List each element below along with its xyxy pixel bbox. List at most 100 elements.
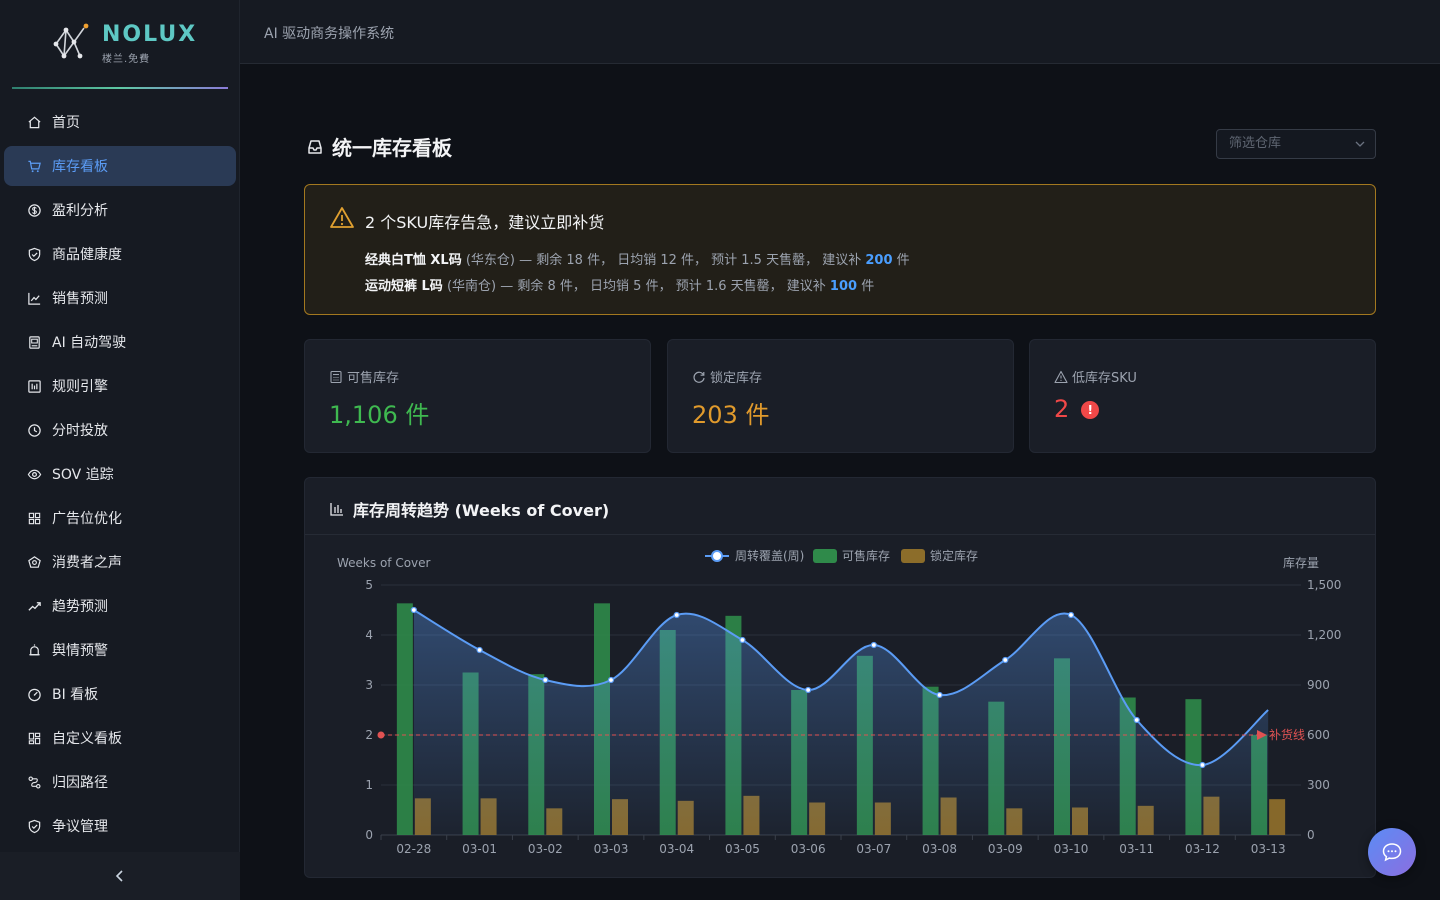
stat-card-available: 可售库存 1,106 件: [304, 339, 651, 453]
line-point: [542, 676, 549, 684]
sidebar-item-label: 争议管理: [52, 819, 108, 835]
sidebar-item[interactable]: AI 自动驾驶: [4, 322, 236, 362]
x-tick-label: 03-08: [922, 842, 957, 856]
x-tick-label: 03-05: [725, 842, 760, 856]
line-point: [805, 686, 812, 694]
stat-value: 2!: [1054, 395, 1100, 423]
markline-start-dot: [377, 731, 385, 739]
y-tick-label: 4: [365, 628, 373, 642]
eye-icon: [26, 466, 42, 482]
brand-logo[interactable]: NOLUX 楼兰.免費: [50, 20, 200, 66]
stat-value: 203 件: [692, 401, 770, 429]
legend-label: 可售库存: [842, 548, 890, 563]
bar-locked: [1269, 799, 1286, 835]
wos-chart-card: 库存周转趋势 (Weeks of Cover) 0 1 2 3 4 5 0 300 600 900…: [304, 477, 1376, 878]
stat-label-text: 可售库存: [347, 371, 400, 386]
sidebar-item[interactable]: 分时投放: [4, 410, 236, 450]
legend-line-marker: [711, 550, 723, 562]
sidebar-item[interactable]: 规则引擎: [4, 366, 236, 406]
line-point: [410, 606, 417, 614]
sidebar-item-label: AI 自动驾驶: [52, 335, 127, 351]
x-tick-label: 03-07: [856, 842, 891, 856]
sidebar-item-label: SOV 追踪: [52, 467, 114, 483]
dashboard-icon: [26, 686, 42, 702]
chat-assistant-button[interactable]: [1368, 828, 1416, 876]
wos-chart: 0 1 2 3 4 5 0 300 600 900 1,200 1,500 Weeks of Cover…: [337, 548, 1341, 856]
y-tick-label: 1: [365, 778, 373, 792]
line-point: [739, 636, 746, 644]
sidebar-item[interactable]: 归因路径: [4, 762, 236, 802]
collapse-sidebar-button[interactable]: [0, 852, 240, 900]
rules-icon: [26, 378, 42, 394]
sidebar-item[interactable]: 库存看板: [4, 146, 236, 186]
x-tick-label: 03-03: [594, 842, 629, 856]
sidebar-nav: 首页库存看板盈利分析商品健康度销售预测 AI 自动驾驶 规则引擎分时投放 SOV 追踪…: [4, 102, 236, 850]
alert-sku: 运动短裤 L码: [365, 279, 443, 294]
sidebar-item[interactable]: 商品健康度: [4, 234, 236, 274]
y2-tick-label: 1,500: [1307, 578, 1341, 592]
sidebar-item-label: 自定义看板: [52, 731, 122, 747]
sidebar-item-label: 首页: [52, 115, 80, 131]
shield-check-icon: [26, 246, 42, 262]
stat-label: 可售库存: [329, 367, 399, 386]
alert-sku: 经典白T恤 XL码: [365, 253, 462, 268]
stat-value-number: 2: [1054, 395, 1070, 423]
sidebar-item-label: 库存看板: [52, 159, 108, 175]
sidebar-item[interactable]: 消费者之声: [4, 542, 236, 582]
alert-row: 经典白T恤 XL码 (华东仓) — 剩余 18 件， 日均销 12 件， 预计 …: [365, 249, 910, 268]
sidebar-item[interactable]: BI 看板: [4, 674, 236, 714]
sidebar-item[interactable]: 趋势预测: [4, 586, 236, 626]
sidebar-item-label: 盈利分析: [52, 203, 108, 219]
sidebar-item[interactable]: 销售预测: [4, 278, 236, 318]
sidebar: NOLUX 楼兰.免費 首页库存看板盈利分析商品健康度销售预测 AI 自动驾驶 规则…: [0, 0, 240, 900]
top-header: AI 驱动商务操作系统: [240, 0, 1440, 64]
sidebar-item-label: 商品健康度: [52, 247, 122, 263]
y-axis-label: Weeks of Cover: [337, 556, 431, 570]
y2-tick-label: 0: [1307, 828, 1315, 842]
page-title: 统一库存看板: [306, 132, 452, 161]
stat-value: 1,106 件: [329, 401, 430, 429]
alert-detail: — 剩余 18 件， 日均销 12 件， 预计 1.5 天售罄， 建议补: [515, 253, 866, 268]
legend-label: 锁定库存: [930, 548, 978, 563]
sidebar-item[interactable]: 自定义看板: [4, 718, 236, 758]
logo-mark-icon: [53, 23, 89, 59]
warehouse-filter-select[interactable]: 筛选仓库: [1216, 129, 1376, 159]
alert-title: 2 个SKU库存告急，建议立即补货: [365, 213, 605, 232]
x-tick-label: 03-12: [1185, 842, 1220, 856]
warning-icon: [1054, 370, 1068, 383]
alert-qty: 100: [829, 279, 858, 294]
stat-label-text: 锁定库存: [710, 371, 763, 386]
chat-bubble-icon: [1382, 843, 1402, 862]
alert-qty: 200: [865, 253, 893, 268]
markline-label: 补货线: [1269, 727, 1305, 742]
sidebar-item-label: 规则引擎: [52, 379, 108, 395]
sidebar-item-label: BI 看板: [52, 687, 99, 703]
chart-title-text: 库存周转趋势 (Weeks of Cover): [353, 501, 610, 520]
line-point: [1002, 656, 1009, 664]
sidebar-item[interactable]: 首页: [4, 102, 236, 142]
x-tick-label: 03-13: [1251, 842, 1286, 856]
sidebar-item[interactable]: SOV 追踪: [4, 454, 236, 494]
line-point: [673, 611, 680, 619]
line-point: [1067, 611, 1075, 619]
x-tick-label: 03-06: [791, 842, 826, 856]
cart-icon: [26, 158, 42, 174]
sidebar-item-label: 广告位优化: [52, 511, 122, 527]
refresh-icon: [693, 371, 705, 383]
x-tick-label: 03-10: [1054, 842, 1089, 856]
sidebar-item[interactable]: 舆情预警: [4, 630, 236, 670]
sidebar-item[interactable]: 争议管理: [4, 806, 236, 846]
y-tick-label: 2: [365, 728, 373, 742]
chart-title: 库存周转趋势 (Weeks of Cover): [329, 497, 609, 521]
stat-label-text: 低库存SKU: [1072, 371, 1137, 386]
alert-unit: 件: [857, 279, 875, 294]
line-point: [936, 691, 943, 699]
stat-card-low-stock: 低库存SKU 2!: [1029, 339, 1376, 453]
robot-icon: [26, 334, 42, 350]
sidebar-item[interactable]: 盈利分析: [4, 190, 236, 230]
sidebar-item[interactable]: 广告位优化: [4, 498, 236, 538]
x-tick-label: 03-01: [462, 842, 497, 856]
alarm-icon: [26, 642, 42, 658]
header-title: AI 驱动商务操作系统: [264, 26, 395, 42]
legend-label: 周转覆盖(周): [735, 548, 804, 563]
